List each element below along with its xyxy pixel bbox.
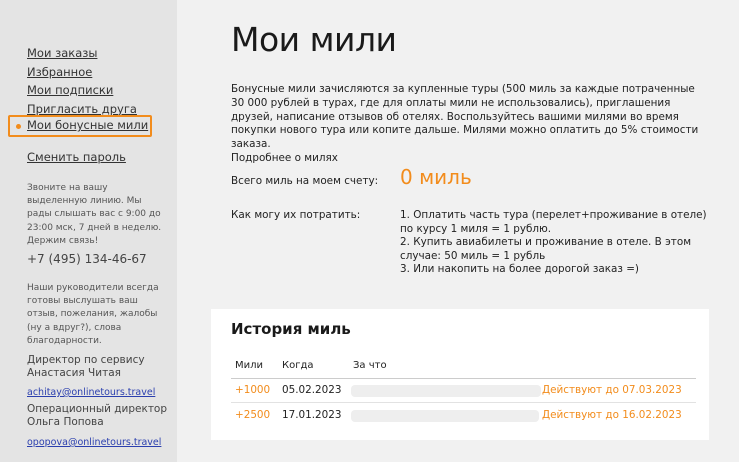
active-dot-icon (16, 124, 21, 129)
sidebar: Мои заказы Избранное Мои подписки Пригла… (0, 0, 177, 462)
row-divider (231, 402, 696, 403)
redacted-reason (351, 410, 539, 422)
column-header-miles: Мили (235, 360, 264, 371)
manager-email-link[interactable]: opopova@onlinetours.travel (27, 437, 161, 448)
row-valid-until: Действуют до 07.03.2023 (542, 384, 682, 396)
row-miles: +2500 (235, 409, 271, 421)
manager-title: Директор по сервису Анастасия Читая (27, 354, 145, 379)
row-valid-until: Действуют до 16.02.2023 (542, 409, 682, 421)
row-date: 05.02.2023 (282, 384, 342, 396)
howto-item: 1. Оплатить часть тура (перелет+проживан… (400, 209, 707, 235)
sidebar-item-bonus-miles[interactable]: Мои бонусные мили (8, 115, 152, 137)
total-miles-value: 0 миль (400, 165, 472, 189)
row-miles: +1000 (235, 384, 271, 396)
howto-list: 1. Оплатить часть тура (перелет+проживан… (400, 209, 710, 277)
sidebar-item-favorites[interactable]: Избранное (27, 63, 137, 82)
sidebar-nav: Мои заказы Избранное Мои подписки Пригла… (8, 44, 152, 167)
howto-item: 2. Купить авиабилеты и проживание в отел… (400, 236, 692, 262)
sidebar-item-change-password[interactable]: Сменить пароль (27, 148, 137, 167)
column-header-date: Когда (282, 360, 314, 371)
history-title: История миль (231, 320, 351, 338)
total-miles-label: Всего миль на моем счету: (231, 175, 379, 187)
manager-title: Операционный директор Ольга Попова (27, 403, 168, 428)
howto-label: Как могу их потратить: (231, 209, 361, 221)
header-divider (231, 378, 696, 379)
row-date: 17.01.2023 (282, 409, 342, 421)
contact-text: Звоните на вашу выделенную линию. Мы рад… (27, 183, 162, 246)
sidebar-item-label: Мои бонусные мили (27, 118, 149, 132)
more-about-miles-link[interactable]: Подробнее о милях (231, 152, 338, 164)
intro-paragraph: Бонусные мили зачисляются за купленные т… (231, 83, 699, 151)
howto-item: 3. Или накопить на более дорогой заказ =… (400, 263, 639, 276)
column-header-reason: За что (353, 360, 387, 371)
manager-email-link[interactable]: achitay@onlinetours.travel (27, 387, 155, 398)
sidebar-item-subscriptions[interactable]: Мои подписки (27, 81, 137, 100)
page-title: Мои мили (231, 20, 397, 59)
phone-number[interactable]: +7 (495) 134-46-67 (27, 252, 147, 266)
managers-text: Наши руководители всегда готовы выслушат… (27, 283, 159, 346)
sidebar-item-orders[interactable]: Мои заказы (27, 44, 137, 63)
intro-text: Бонусные мили зачисляются за купленные т… (231, 83, 701, 166)
miles-history-card: История миль Мили Когда За что +1000 05.… (211, 309, 709, 440)
redacted-reason (351, 385, 541, 397)
